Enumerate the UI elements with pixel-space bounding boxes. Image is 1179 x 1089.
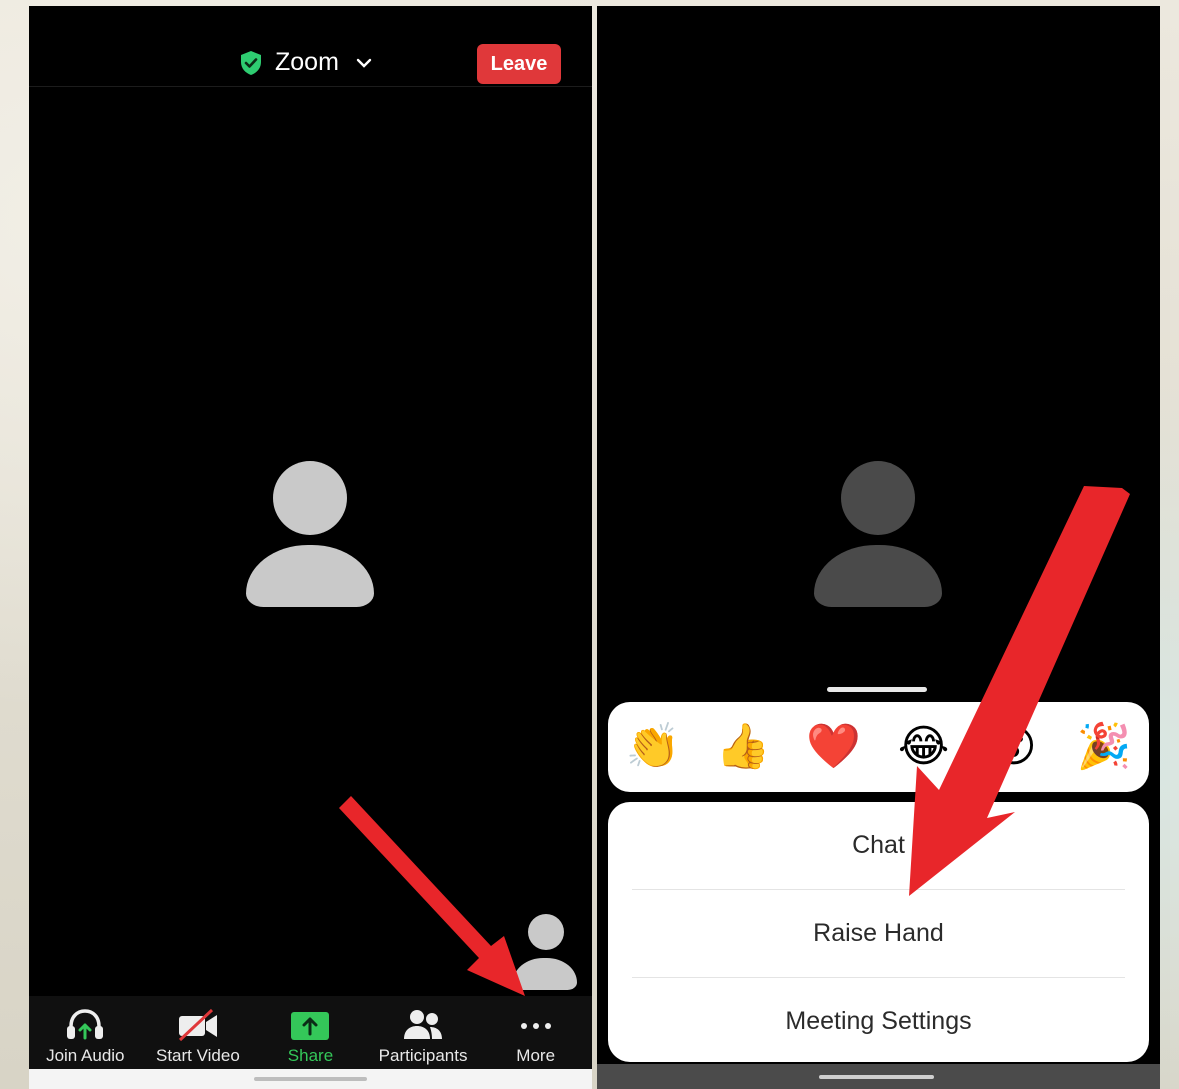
more-options-menu: Chat Raise Hand Meeting Settings <box>608 802 1149 1062</box>
leave-button[interactable]: Leave <box>477 44 561 84</box>
participants-label: Participants <box>378 1046 468 1065</box>
shield-check-icon <box>241 50 261 75</box>
meeting-top-bar: Zoom Leave <box>29 6 592 87</box>
participant-avatar-dimmed <box>814 461 942 609</box>
meeting-title-dropdown[interactable]: Zoom <box>239 48 373 77</box>
share-button[interactable]: Share <box>254 996 367 1069</box>
participants-button[interactable]: Participants <box>367 996 480 1069</box>
join-audio-label: Join Audio <box>46 1046 125 1065</box>
chevron-down-icon <box>356 58 372 68</box>
raise-hand-menu-item[interactable]: Raise Hand <box>608 890 1149 976</box>
participant-avatar <box>246 461 374 609</box>
tears-of-joy-icon[interactable]: 😂 <box>895 718 953 776</box>
join-audio-button[interactable]: Join Audio <box>29 996 142 1069</box>
clapping-hands-icon[interactable]: 👏 <box>624 718 682 776</box>
participants-icon <box>404 1010 443 1039</box>
red-heart-icon[interactable]: ❤️ <box>804 718 862 776</box>
chat-menu-item[interactable]: Chat <box>608 802 1149 888</box>
share-screen-icon <box>291 1012 330 1040</box>
home-indicator <box>819 1075 934 1079</box>
share-label: Share <box>287 1046 334 1065</box>
more-dots-icon <box>520 1023 551 1029</box>
surprised-face-icon[interactable]: 😮 <box>985 718 1043 776</box>
meeting-toolbar: Join Audio Start Video Share Participant… <box>29 996 592 1069</box>
start-video-button[interactable]: Start Video <box>142 996 255 1069</box>
more-label: More <box>516 1046 556 1065</box>
more-menu-screen: 👏 👍 ❤️ 😂 😮 🎉 Chat Raise Hand Meeting Set… <box>597 6 1160 1089</box>
headphones-icon <box>67 1009 104 1040</box>
home-indicator <box>254 1077 367 1081</box>
start-video-label: Start Video <box>155 1046 240 1065</box>
video-off-icon <box>178 1008 217 1042</box>
self-view-avatar[interactable] <box>513 914 579 990</box>
thumbs-up-icon[interactable]: 👍 <box>714 718 772 776</box>
meeting-title: Zoom <box>275 48 339 76</box>
meeting-screen: Zoom Leave Join Audio Start Video Share … <box>29 6 592 1089</box>
sheet-drag-handle[interactable] <box>827 687 927 692</box>
reactions-bar: 👏 👍 ❤️ 😂 😮 🎉 <box>608 702 1149 792</box>
more-button[interactable]: More <box>479 996 592 1069</box>
party-popper-icon[interactable]: 🎉 <box>1075 718 1133 776</box>
meeting-settings-menu-item[interactable]: Meeting Settings <box>608 978 1149 1064</box>
